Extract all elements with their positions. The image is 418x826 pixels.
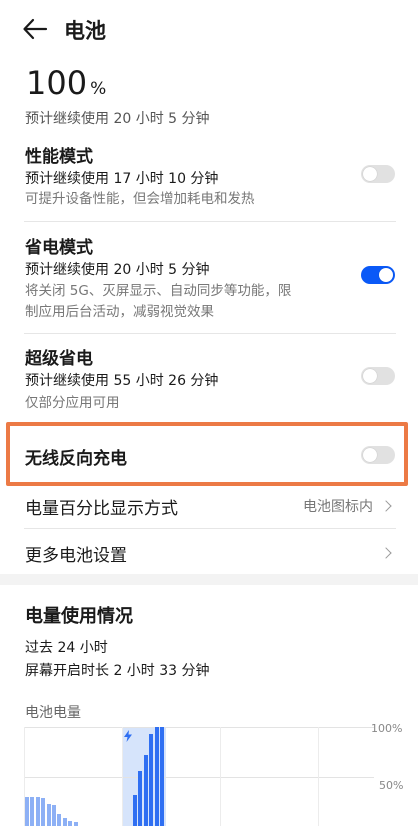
divider — [24, 528, 396, 529]
performance-mode-toggle[interactable] — [361, 165, 395, 183]
performance-mode-description: 可提升设备性能，但会增加耗电和发热 — [25, 191, 255, 207]
gridline-vertical — [122, 727, 123, 826]
battery-bar — [154, 727, 159, 826]
super-power-saving-description: 仅部分应用可用 — [25, 395, 120, 411]
battery-bar — [41, 798, 46, 826]
chart-title: 电池电量 — [25, 705, 81, 721]
battery-level-chart — [24, 727, 374, 826]
gridline-vertical — [220, 727, 221, 826]
super-power-saving-toggle[interactable] — [361, 367, 395, 385]
charging-bolt-icon — [124, 730, 132, 742]
battery-bar — [160, 727, 164, 826]
battery-bar — [73, 822, 78, 826]
super-power-saving-title: 超级省电 — [25, 349, 93, 369]
toggle-knob — [379, 268, 393, 282]
back-arrow-icon[interactable] — [22, 17, 48, 41]
gridline-50 — [24, 777, 374, 778]
toggle-knob — [363, 167, 377, 181]
page-title: 电池 — [64, 19, 106, 43]
usage-period: 过去 24 小时 — [25, 640, 108, 656]
battery-bar — [143, 755, 148, 826]
y-tick-label: 100% — [371, 722, 403, 735]
gridline-100 — [24, 727, 374, 728]
power-saving-description-2: 制应用后台活动，减弱视觉效果 — [25, 304, 214, 320]
super-power-saving-estimate: 预计继续使用 55 小时 26 分钟 — [25, 373, 219, 389]
power-saving-title: 省电模式 — [25, 238, 93, 258]
highlight-box — [6, 422, 408, 486]
battery-bar — [68, 821, 73, 826]
power-saving-toggle[interactable] — [361, 266, 395, 284]
y-tick-label: 50% — [379, 779, 404, 792]
battery-bar — [35, 797, 40, 826]
battery-bar — [62, 818, 67, 826]
battery-bar — [138, 771, 143, 826]
power-saving-description-1: 将关闭 5G、灭屏显示、自动同步等功能，限 — [25, 283, 292, 299]
battery-bar — [149, 734, 154, 826]
battery-bar — [133, 795, 137, 826]
toggle-knob — [363, 369, 377, 383]
battery-bar — [46, 804, 51, 826]
usage-title: 电量使用情况 — [25, 606, 133, 627]
battery-bar — [57, 814, 62, 826]
usage-screen-on: 屏幕开启时长 2 小时 33 分钟 — [25, 663, 210, 679]
battery-bar — [25, 797, 29, 826]
divider — [24, 333, 396, 334]
power-saving-estimate: 预计继续使用 20 小时 5 分钟 — [25, 262, 210, 278]
performance-mode-title: 性能模式 — [25, 147, 93, 167]
percentage-display-title[interactable]: 电量百分比显示方式 — [25, 494, 178, 519]
battery-bar — [30, 797, 35, 826]
battery-bar — [52, 805, 56, 826]
battery-estimate: 预计继续使用 20 小时 5 分钟 — [25, 111, 210, 127]
percentage-display-value[interactable]: 电池图标内 — [303, 496, 373, 516]
performance-mode-estimate: 预计继续使用 17 小时 10 分钟 — [25, 171, 219, 187]
more-battery-settings-title[interactable]: 更多电池设置 — [25, 541, 127, 566]
divider — [24, 221, 396, 222]
battery-percent: 100% — [26, 64, 107, 102]
gridline-vertical — [318, 727, 319, 826]
